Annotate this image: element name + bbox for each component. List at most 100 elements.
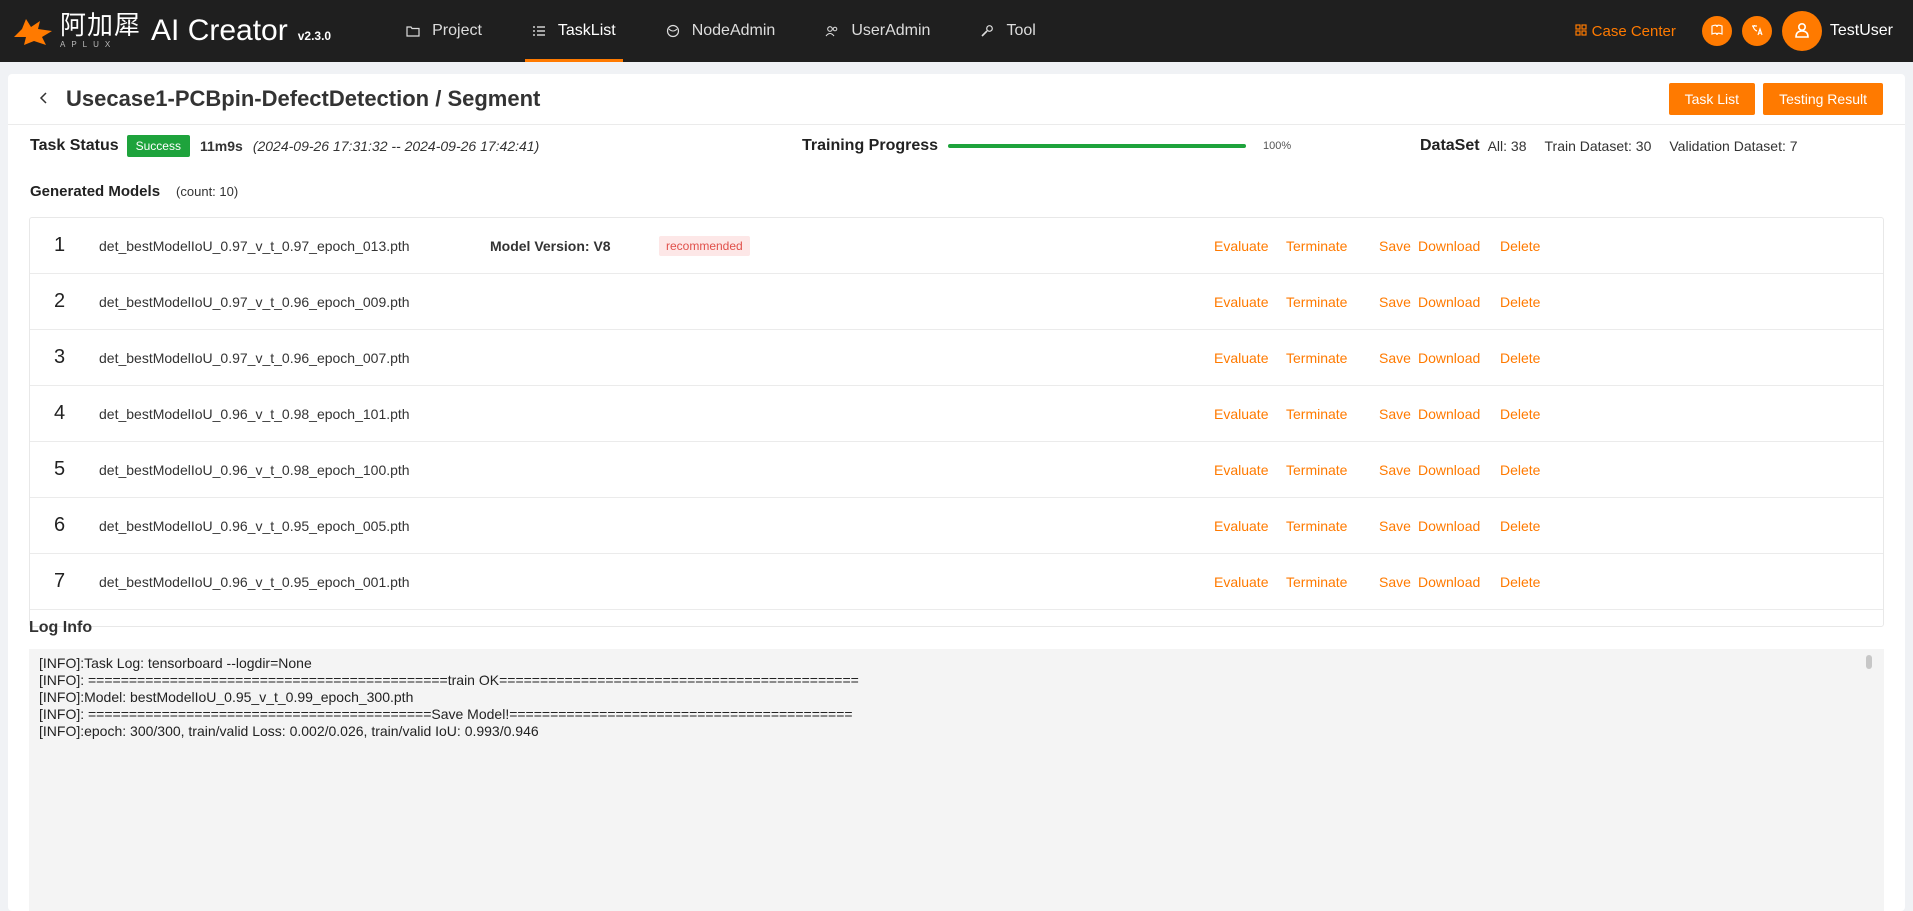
delete-button[interactable]: Delete <box>1500 406 1540 422</box>
nav-label: UserAdmin <box>851 22 931 39</box>
terminate-button[interactable]: Terminate <box>1286 294 1379 310</box>
log-line: [INFO]: ================================… <box>39 706 853 722</box>
save-button[interactable]: Save <box>1379 294 1418 310</box>
generated-models-header: Generated Models (count: 10) <box>8 183 1905 200</box>
table-row: 3 det_bestModelIoU_0.97_v_t_0.96_epoch_0… <box>30 330 1883 386</box>
back-button[interactable] <box>34 89 54 109</box>
log-scrollbar[interactable] <box>1866 655 1872 669</box>
model-filename: det_bestModelIoU_0.96_v_t_0.98_epoch_100… <box>99 461 410 478</box>
dataset-validation: Validation Dataset: 7 <box>1669 138 1798 154</box>
save-button[interactable]: Save <box>1379 238 1418 254</box>
task-list-button[interactable]: Task List <box>1668 83 1756 115</box>
page-header: Usecase1-PCBpin-DefectDetection / Segmen… <box>8 74 1905 125</box>
wrench-icon <box>980 24 994 38</box>
save-button[interactable]: Save <box>1379 518 1418 534</box>
model-index: 5 <box>53 458 66 480</box>
log-panel[interactable]: [INFO]:Task Log: tensorboard --logdir=No… <box>29 649 1884 911</box>
terminate-button[interactable]: Terminate <box>1286 406 1379 422</box>
nav-item-tasklist[interactable]: TaskList <box>507 0 641 62</box>
save-button[interactable]: Save <box>1379 406 1418 422</box>
page-title: Usecase1-PCBpin-DefectDetection / Segmen… <box>66 86 541 111</box>
model-index: 3 <box>53 346 66 368</box>
status-badge: Success <box>126 135 190 157</box>
save-button[interactable]: Save <box>1379 574 1418 590</box>
evaluate-button[interactable]: Evaluate <box>1214 462 1286 478</box>
table-row: 2 det_bestModelIoU_0.97_v_t_0.96_epoch_0… <box>30 274 1883 330</box>
dataset-all: All: 38 <box>1487 138 1527 154</box>
evaluate-button[interactable]: Evaluate <box>1214 518 1286 534</box>
table-row: 4 det_bestModelIoU_0.96_v_t_0.98_epoch_1… <box>30 386 1883 442</box>
nav-item-useradmin[interactable]: UserAdmin <box>800 0 955 62</box>
terminate-button[interactable]: Terminate <box>1286 574 1379 590</box>
case-center-label: Case Center <box>1591 22 1676 40</box>
model-version: Model Version: V8 <box>490 237 611 254</box>
models-list: 1 det_bestModelIoU_0.97_v_t_0.97_epoch_0… <box>29 217 1884 627</box>
terminate-button[interactable]: Terminate <box>1286 238 1379 254</box>
avatar[interactable] <box>1781 11 1822 51</box>
logo-icon <box>12 14 54 48</box>
globe-icon <box>666 24 680 38</box>
log-line: [INFO]:Model: bestModelIoU_0.95_v_t_0.99… <box>39 689 414 705</box>
download-button[interactable]: Download <box>1418 294 1500 310</box>
training-progress: Training Progress 100% <box>802 137 1291 155</box>
users-icon <box>825 24 839 38</box>
download-button[interactable]: Download <box>1418 406 1500 422</box>
save-button[interactable]: Save <box>1379 462 1418 478</box>
username[interactable]: TestUser <box>1830 22 1893 40</box>
nav-item-nodeadmin[interactable]: NodeAdmin <box>641 0 801 62</box>
language-button[interactable] <box>1741 16 1772 46</box>
download-button[interactable]: Download <box>1418 238 1500 254</box>
brand-cn: 阿加犀 <box>60 11 142 41</box>
delete-button[interactable]: Delete <box>1500 294 1540 310</box>
terminate-button[interactable]: Terminate <box>1286 462 1379 478</box>
model-filename: det_bestModelIoU_0.96_v_t_0.95_epoch_005… <box>99 517 410 534</box>
brand[interactable]: 阿加犀 APLUX AI Creator v2.3.0 <box>12 0 331 62</box>
model-index: 7 <box>53 570 66 592</box>
download-button[interactable]: Download <box>1418 574 1500 590</box>
log-line: [INFO]: ================================… <box>39 672 859 688</box>
delete-button[interactable]: Delete <box>1500 518 1540 534</box>
delete-button[interactable]: Delete <box>1500 574 1540 590</box>
download-button[interactable]: Download <box>1418 462 1500 478</box>
progress-percent: 100% <box>1263 140 1292 152</box>
download-button[interactable]: Download <box>1418 518 1500 534</box>
task-status-label: Task Status <box>30 137 119 154</box>
status-row: Task Status Success 11m9s (2024-09-26 17… <box>8 125 1905 167</box>
evaluate-button[interactable]: Evaluate <box>1214 574 1286 590</box>
nav-item-project[interactable]: Project <box>381 0 507 62</box>
evaluate-button[interactable]: Evaluate <box>1214 350 1286 366</box>
table-row: 7 det_bestModelIoU_0.96_v_t_0.95_epoch_0… <box>30 554 1883 610</box>
progress-bar-fill <box>948 144 1247 148</box>
book-button[interactable] <box>1701 16 1732 46</box>
testing-result-button[interactable]: Testing Result <box>1763 83 1883 115</box>
dataset-train: Train Dataset: 30 <box>1544 138 1652 154</box>
table-row: 6 det_bestModelIoU_0.96_v_t_0.95_epoch_0… <box>30 498 1883 554</box>
model-index: 1 <box>53 234 66 256</box>
book-icon <box>1710 23 1724 40</box>
model-filename: det_bestModelIoU_0.97_v_t_0.96_epoch_007… <box>99 349 410 366</box>
app-version: v2.3.0 <box>297 29 332 43</box>
nav-item-tool[interactable]: Tool <box>955 0 1060 62</box>
download-button[interactable]: Download <box>1418 350 1500 366</box>
log-info-title: Log Info <box>29 619 93 636</box>
case-center-link[interactable]: Case Center <box>1575 23 1676 40</box>
model-index: 2 <box>53 290 66 312</box>
evaluate-button[interactable]: Evaluate <box>1214 294 1286 310</box>
model-index: 4 <box>53 402 66 424</box>
terminate-button[interactable]: Terminate <box>1286 518 1379 534</box>
task-time-range: (2024-09-26 17:31:32 -- 2024-09-26 17:42… <box>252 138 540 154</box>
save-button[interactable]: Save <box>1379 350 1418 366</box>
model-filename: det_bestModelIoU_0.96_v_t_0.95_epoch_001… <box>99 573 410 590</box>
evaluate-button[interactable]: Evaluate <box>1214 406 1286 422</box>
evaluate-button[interactable]: Evaluate <box>1214 238 1286 254</box>
terminate-button[interactable]: Terminate <box>1286 350 1379 366</box>
main-panel: Usecase1-PCBpin-DefectDetection / Segmen… <box>8 74 1905 911</box>
delete-button[interactable]: Delete <box>1500 350 1540 366</box>
dataset-label: DataSet <box>1420 137 1480 154</box>
table-row: 1 det_bestModelIoU_0.97_v_t_0.97_epoch_0… <box>30 218 1883 274</box>
model-index: 6 <box>53 514 66 536</box>
delete-button[interactable]: Delete <box>1500 462 1540 478</box>
delete-button[interactable]: Delete <box>1500 238 1540 254</box>
dataset-info: DataSet All: 38 Train Dataset: 30 Valida… <box>1420 137 1798 155</box>
model-filename: det_bestModelIoU_0.97_v_t_0.97_epoch_013… <box>99 237 410 254</box>
